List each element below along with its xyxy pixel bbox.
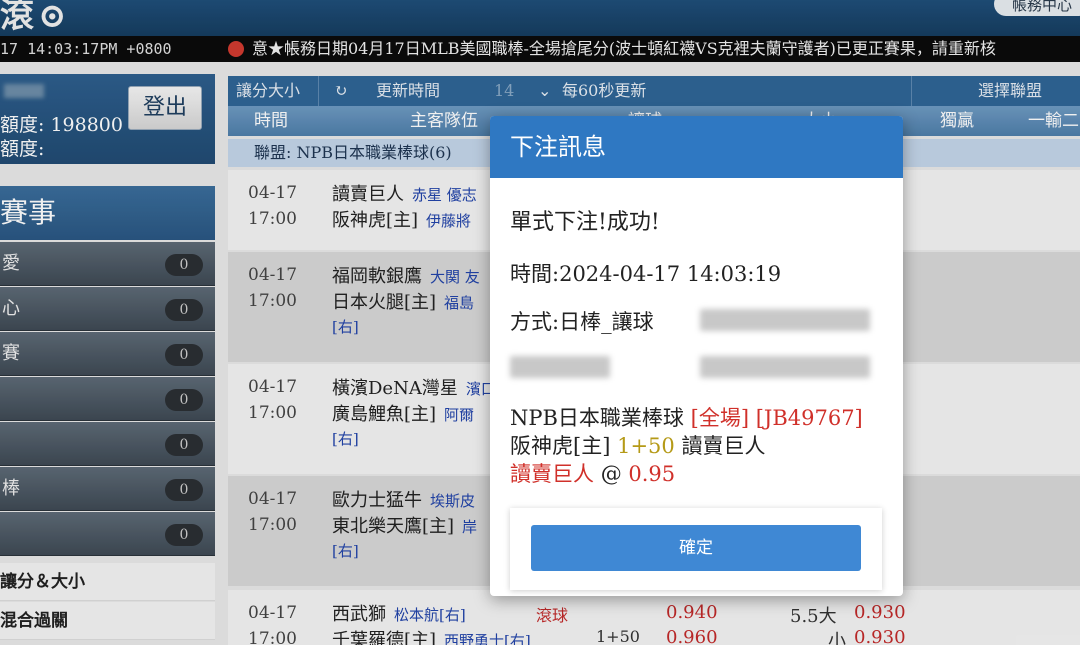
- bet-league: NPB日本職業棒球 [全場] [JB49767]: [510, 406, 863, 430]
- bet-matchup: 阪神虎[主] 1+50 讀賣巨人: [510, 434, 766, 458]
- redacted-field: [510, 356, 610, 378]
- bet-time: 時間:2024-04-17 14:03:19: [510, 262, 782, 286]
- bet-pick: 讀賣巨人 @ 0.95: [510, 462, 676, 486]
- dialog-title: 下注訊息: [490, 116, 903, 178]
- bet-status: 單式下注!成功!: [510, 210, 660, 235]
- app-root: 滾⊙ 帳務中心 17 14:03:17PM +0800 意★帳務日期04月17日…: [0, 0, 1080, 645]
- redacted-field: [700, 356, 870, 378]
- confirm-button-container: 確定: [510, 508, 882, 590]
- bet-confirmation-dialog: 下注訊息 單式下注!成功! 時間:2024-04-17 14:03:19 方式:…: [490, 116, 903, 596]
- bet-method: 方式:日棒_讓球: [510, 310, 654, 334]
- confirm-button[interactable]: 確定: [531, 525, 861, 571]
- redacted-field: [700, 309, 870, 331]
